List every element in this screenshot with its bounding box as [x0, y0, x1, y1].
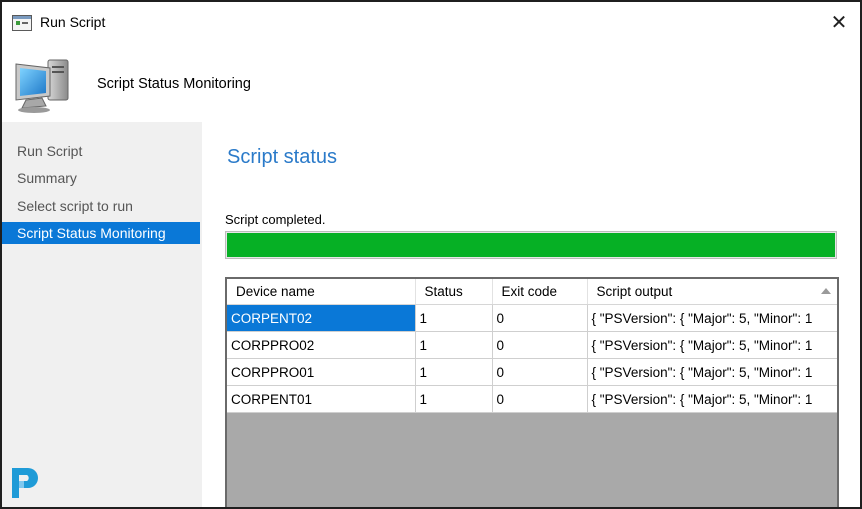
script-results-grid: Device name Status Exit code Script outp… — [225, 277, 839, 507]
status-text: Script completed. — [225, 212, 326, 227]
script-window-icon — [12, 15, 32, 31]
column-header-device-name[interactable]: Device name — [227, 279, 416, 305]
run-script-window: Run Script ✕ Script Status Monitoring Ru… — [0, 0, 862, 509]
progress-bar — [225, 231, 837, 259]
column-header-status[interactable]: Status — [415, 279, 493, 305]
cell-device-name[interactable]: CORPPRO01 — [227, 358, 416, 386]
sidebar-item-script-status-monitoring[interactable]: Script Status Monitoring — [2, 222, 200, 244]
cell-status[interactable]: 1 — [415, 385, 493, 413]
cell-exit-code[interactable]: 0 — [492, 331, 588, 359]
cell-script-output[interactable]: { "PSVersion": { "Major": 5, "Minor": 1 — [587, 331, 837, 359]
cell-status[interactable]: 1 — [415, 304, 493, 332]
column-header-exit-code[interactable]: Exit code — [492, 279, 588, 305]
cell-device-name[interactable]: CORPENT02 — [227, 304, 416, 332]
computer-icon — [15, 59, 69, 113]
header-title: Script Status Monitoring — [97, 76, 251, 92]
cell-device-name[interactable]: CORPENT01 — [227, 385, 416, 413]
table-row[interactable]: CORPPRO02 1 0 { "PSVersion": { "Major": … — [227, 331, 837, 359]
table-row[interactable]: CORPPRO01 1 0 { "PSVersion": { "Major": … — [227, 358, 837, 386]
table-header-row: Device name Status Exit code Script outp… — [227, 279, 837, 305]
cell-exit-code[interactable]: 0 — [492, 385, 588, 413]
section-title: Script status — [227, 146, 338, 168]
cell-script-output[interactable]: { "PSVersion": { "Major": 5, "Minor": 1 — [587, 304, 837, 332]
wizard-steps-sidebar: Run Script Summary Select script to run … — [2, 122, 202, 507]
table-row[interactable]: CORPENT01 1 0 { "PSVersion": { "Major": … — [227, 385, 837, 413]
prajwal-logo-icon — [12, 468, 38, 498]
progress-bar-fill — [227, 233, 835, 257]
sidebar-item-summary[interactable]: Summary — [2, 167, 200, 189]
cell-status[interactable]: 1 — [415, 331, 493, 359]
table-row[interactable]: CORPENT02 1 0 { "PSVersion": { "Major": … — [227, 304, 837, 332]
cell-script-output[interactable]: { "PSVersion": { "Major": 5, "Minor": 1 — [587, 358, 837, 386]
results-table: Device name Status Exit code Script outp… — [227, 279, 837, 413]
sort-ascending-icon — [820, 288, 831, 294]
main-panel: Script status Script completed. Device n… — [202, 122, 860, 507]
sidebar-item-select-script[interactable]: Select script to run — [2, 195, 200, 217]
cell-device-name[interactable]: CORPPRO02 — [227, 331, 416, 359]
cell-exit-code[interactable]: 0 — [492, 358, 588, 386]
cell-script-output[interactable]: { "PSVersion": { "Major": 5, "Minor": 1 — [587, 385, 837, 413]
cell-exit-code[interactable]: 0 — [492, 304, 588, 332]
close-icon: ✕ — [830, 12, 848, 34]
title-bar: Run Script ✕ — [2, 2, 860, 44]
column-header-script-output[interactable]: Script output — [587, 279, 837, 305]
close-button[interactable]: ✕ — [828, 12, 850, 34]
sidebar-item-run-script[interactable]: Run Script — [2, 140, 200, 162]
window-title: Run Script — [40, 14, 106, 30]
cell-status[interactable]: 1 — [415, 358, 493, 386]
wizard-header: Script Status Monitoring — [2, 44, 860, 122]
